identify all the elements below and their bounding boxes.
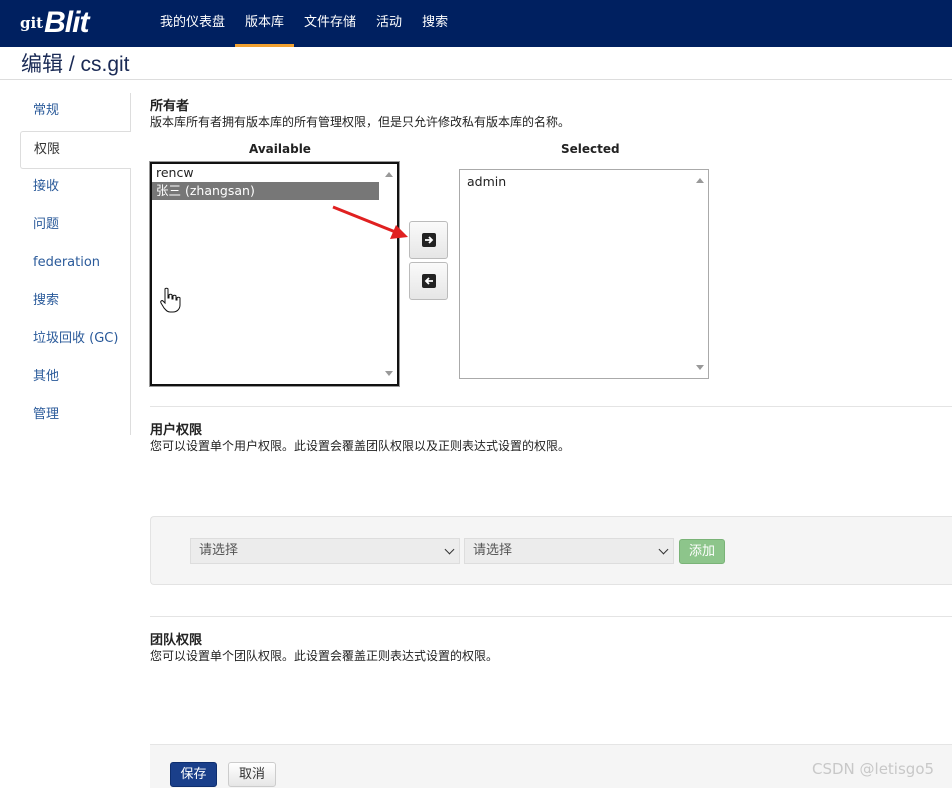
list-item-selected[interactable]: 张三 (zhangsan): [152, 182, 379, 200]
scroll-up-icon[interactable]: [385, 172, 393, 177]
team-permissions-title: 团队权限: [150, 633, 203, 648]
scroll-up-icon[interactable]: [696, 178, 704, 183]
selected-scrollbar[interactable]: [692, 170, 708, 378]
available-owners-list[interactable]: rencw 张三 (zhangsan): [149, 161, 400, 387]
sidebar-item-misc[interactable]: 其他: [20, 359, 130, 397]
sidebar-item-receive[interactable]: 接收: [20, 169, 130, 207]
team-permissions-description: 您可以设置单个团队权限。此设置会覆盖正则表达式设置的权限。: [150, 649, 499, 663]
selected-owners-list[interactable]: admin: [459, 169, 709, 379]
gitblit-logo[interactable]: git Blit: [20, 6, 89, 40]
sidebar-item-search[interactable]: 搜索: [20, 283, 130, 321]
logo-name: Blit: [44, 6, 89, 39]
permission-select[interactable]: 请选择: [464, 538, 674, 564]
logo-prefix: git: [20, 14, 44, 32]
sidebar-item-permissions[interactable]: 权限: [20, 131, 131, 169]
nav-filestore[interactable]: 文件存储: [294, 0, 366, 47]
user-permissions-title: 用户权限: [150, 423, 203, 438]
nav-repositories[interactable]: 版本库: [235, 0, 295, 47]
sidebar-item-general[interactable]: 常规: [20, 93, 130, 131]
available-scrollbar[interactable]: [381, 164, 397, 384]
sidebar-item-tickets[interactable]: 问题: [20, 207, 130, 245]
scroll-down-icon[interactable]: [385, 371, 393, 376]
divider: [150, 406, 952, 407]
divider: [150, 616, 952, 617]
settings-sidebar: 常规 权限 接收 问题 federation 搜索 垃圾回收 (GC) 其他 管…: [20, 93, 131, 435]
top-navbar: git Blit 我的仪表盘 版本库 文件存储 活动 搜索: [0, 0, 952, 47]
nav-dashboard[interactable]: 我的仪表盘: [150, 0, 235, 47]
move-right-button[interactable]: [409, 221, 448, 259]
nav-search[interactable]: 搜索: [412, 0, 458, 47]
user-select[interactable]: 请选择: [190, 538, 460, 564]
sidebar-item-federation[interactable]: federation: [20, 245, 130, 283]
page-header: 编辑 / cs.git: [0, 47, 952, 80]
user-permissions-description: 您可以设置单个用户权限。此设置会覆盖团队权限以及正则表达式设置的权限。: [150, 439, 571, 453]
chevron-down-icon: [444, 544, 455, 555]
move-left-button[interactable]: [409, 262, 448, 300]
list-item[interactable]: admin: [460, 173, 708, 191]
sidebar-item-administration[interactable]: 管理: [20, 397, 130, 435]
selected-label: Selected: [561, 142, 620, 156]
page-title: 编辑 / cs.git: [21, 53, 130, 76]
user-select-value: 请选择: [199, 543, 239, 558]
cancel-button[interactable]: 取消: [228, 762, 276, 787]
available-label: Available: [249, 142, 311, 156]
permission-select-value: 请选择: [473, 543, 513, 558]
owners-title: 所有者: [150, 99, 190, 114]
main-nav: 我的仪表盘 版本库 文件存储 活动 搜索: [150, 0, 458, 47]
add-permission-button[interactable]: 添加: [679, 539, 725, 564]
nav-activity[interactable]: 活动: [366, 0, 412, 47]
arrow-left-icon: [421, 274, 436, 288]
chevron-down-icon: [658, 544, 669, 555]
save-button[interactable]: 保存: [170, 762, 217, 787]
owners-description: 版本库所有者拥有版本库的所有管理权限，但是只允许修改私有版本库的名称。: [150, 115, 571, 129]
list-item[interactable]: rencw: [152, 164, 397, 182]
watermark: CSDN @letisgo5: [812, 760, 935, 778]
arrow-right-icon: [421, 233, 436, 247]
sidebar-item-gc[interactable]: 垃圾回收 (GC): [20, 321, 130, 359]
scroll-down-icon[interactable]: [696, 365, 704, 370]
